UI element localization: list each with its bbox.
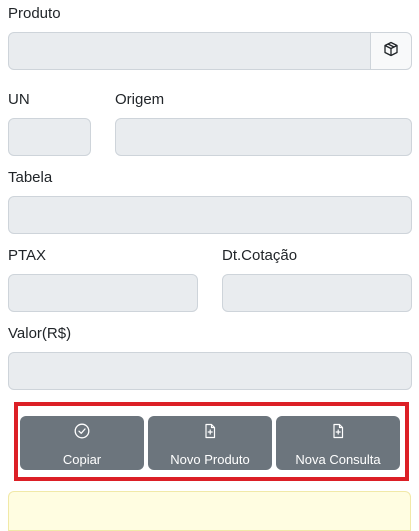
un-field[interactable] [8,118,91,156]
origem-input[interactable] [116,119,411,155]
valor-label: Valor(R$) [8,325,72,342]
tabela-label: Tabela [8,169,53,186]
ptax-label: PTAX [8,247,47,264]
check-circle-icon [74,422,90,440]
ptax-field[interactable] [8,274,198,312]
file-plus-icon [330,422,346,440]
file-plus-icon [202,422,218,440]
dt-cotacao-label: Dt.Cotação [222,247,298,264]
tabela-input[interactable] [9,197,411,233]
nova-consulta-button[interactable]: Nova Consulta [276,416,400,470]
origem-field[interactable] [115,118,412,156]
dt-cotacao-input[interactable] [223,275,411,311]
novo-produto-button-label: Novo Produto [170,452,250,467]
produto-input[interactable] [9,33,370,69]
origem-label: Origem [115,91,165,108]
produto-field[interactable] [8,32,371,70]
ptax-input[interactable] [9,275,197,311]
copiar-button-label: Copiar [62,452,102,467]
action-buttons-panel: Copiar Novo Produto Nova Consulta [14,402,409,481]
tabela-field[interactable] [8,196,412,234]
nova-consulta-button-label: Nova Consulta [295,452,381,467]
message-box [8,491,411,531]
copiar-button[interactable]: Copiar [20,416,144,470]
novo-produto-button[interactable]: Novo Produto [148,416,272,470]
produto-label: Produto [8,5,61,22]
un-label: UN [8,91,30,108]
valor-field[interactable] [8,352,412,390]
un-input[interactable] [9,119,90,155]
box-icon [383,41,399,62]
produto-lookup-button[interactable] [370,32,412,70]
valor-input[interactable] [9,353,411,389]
dt-cotacao-field[interactable] [222,274,412,312]
